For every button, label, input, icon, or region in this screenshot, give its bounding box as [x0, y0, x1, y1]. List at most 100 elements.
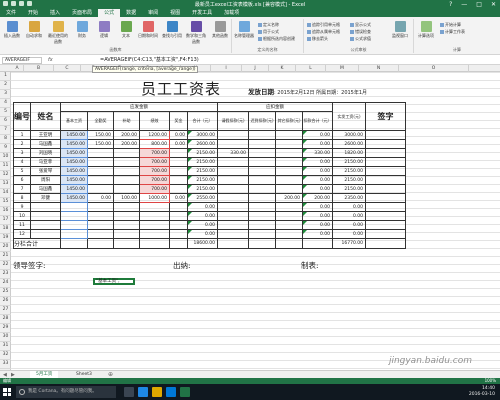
table-cell[interactable] — [169, 184, 188, 194]
table-cell[interactable]: 0.00 — [87, 193, 114, 203]
table-cell[interactable]: 0.00 — [169, 139, 188, 149]
table-cell[interactable] — [169, 157, 188, 167]
table-cell[interactable]: 3000.00 — [187, 130, 218, 140]
active-cell[interactable]: "基本工资", — [93, 278, 135, 285]
employee-no[interactable]: 8 — [13, 193, 31, 203]
row-header[interactable]: 16 — [0, 207, 11, 216]
table-cell[interactable]: 700.00 — [139, 157, 170, 167]
employee-no[interactable]: 2 — [13, 139, 31, 149]
table-cell[interactable] — [275, 157, 303, 167]
table-cell[interactable]: 800.00 — [139, 139, 170, 149]
task-view-icon[interactable] — [124, 387, 134, 397]
column-header[interactable]: I — [211, 65, 242, 72]
table-cell[interactable]: 1200.00 — [139, 130, 170, 140]
employee-no[interactable]: 11 — [13, 220, 31, 230]
table-cell[interactable]: 1450.00 — [60, 139, 88, 149]
table-cell[interactable] — [217, 220, 249, 230]
employee-name[interactable]: 王亚明 — [30, 130, 61, 140]
table-cell[interactable]: 2150.00 — [332, 184, 366, 194]
table-cell[interactable] — [365, 229, 406, 239]
add-sheet-icon[interactable]: ⊕ — [108, 371, 113, 378]
help-button[interactable]: ? — [449, 1, 452, 8]
row-header[interactable]: 28 — [0, 315, 11, 324]
employee-no[interactable]: 9 — [13, 202, 31, 212]
autosum-button[interactable]: 自动求和 — [24, 21, 44, 39]
row-header[interactable]: 6 — [0, 117, 11, 126]
table-cell[interactable] — [87, 202, 114, 212]
table-cell[interactable] — [275, 229, 303, 239]
table-cell[interactable] — [217, 130, 249, 140]
table-cell[interactable] — [365, 202, 406, 212]
table-cell[interactable] — [217, 202, 249, 212]
table-cell[interactable]: 0.00 — [187, 220, 218, 230]
table-cell[interactable]: 200.00 — [302, 193, 333, 203]
table-cell[interactable] — [113, 166, 140, 176]
windows-start-icon[interactable] — [3, 388, 11, 396]
table-cell[interactable] — [365, 157, 406, 167]
table-cell[interactable] — [169, 211, 188, 221]
employee-name[interactable] — [30, 202, 61, 212]
table-cell[interactable] — [217, 229, 249, 239]
table-cell[interactable] — [169, 148, 188, 158]
table-cell[interactable]: 1000.00 — [139, 193, 170, 203]
row-header[interactable]: 10 — [0, 153, 11, 162]
employee-name[interactable]: 马亚菲 — [30, 157, 61, 167]
table-cell[interactable] — [87, 211, 114, 221]
row-header[interactable]: 8 — [0, 135, 11, 144]
table-cell[interactable]: 2600.00 — [332, 139, 366, 149]
table-cell[interactable]: 0.00 — [332, 229, 366, 239]
table-cell[interactable] — [275, 139, 303, 149]
name-box[interactable]: AVERAGEIF — [2, 57, 42, 64]
table-cell[interactable] — [275, 166, 303, 176]
table-cell[interactable]: 0.00 — [302, 175, 333, 185]
table-cell[interactable]: 0.00 — [302, 166, 333, 176]
formula-input[interactable]: =AVERAGEIF(C4:C13,"基本工资",F4:F13) — [100, 57, 199, 64]
table-cell[interactable] — [275, 202, 303, 212]
tab-review[interactable]: 审阅 — [142, 9, 164, 17]
column-header[interactable]: N — [359, 65, 399, 72]
table-cell[interactable]: 0.00 — [332, 220, 366, 230]
column-header[interactable]: O — [399, 65, 469, 72]
table-cell[interactable]: 2150.00 — [187, 166, 218, 176]
row-header[interactable]: 18 — [0, 225, 11, 234]
table-cell[interactable]: 700.00 — [139, 166, 170, 176]
table-cell[interactable] — [248, 220, 276, 230]
trace-precedents-button[interactable]: 追踪引用单元格 — [307, 22, 340, 28]
table-cell[interactable]: 2600.00 — [187, 139, 218, 149]
tab-file[interactable]: 文件 — [0, 9, 22, 17]
trace-dependents-button[interactable]: 追踪从属单元格 — [307, 29, 340, 35]
table-cell[interactable]: 700.00 — [139, 148, 170, 158]
watch-window-button[interactable]: 监视窗口 — [390, 21, 410, 39]
table-cell[interactable] — [113, 148, 140, 158]
table-cell[interactable]: 200.00 — [275, 193, 303, 203]
table-cell[interactable] — [275, 130, 303, 140]
fx-label[interactable]: fx — [48, 57, 53, 63]
more-functions-button[interactable]: 其他函数 — [210, 21, 230, 39]
tab-developer[interactable]: 开发工具 — [186, 9, 218, 17]
table-cell[interactable]: 0.00 — [302, 202, 333, 212]
table-cell[interactable]: 0.00 — [302, 211, 333, 221]
table-cell[interactable]: 2150.00 — [332, 166, 366, 176]
table-cell[interactable]: 0.00 — [332, 202, 366, 212]
table-cell[interactable] — [365, 175, 406, 185]
column-header[interactable]: K — [269, 65, 296, 72]
table-cell[interactable] — [248, 139, 276, 149]
table-cell[interactable]: 200.00 — [113, 130, 140, 140]
tab-page-layout[interactable]: 页面布局 — [66, 9, 98, 17]
table-cell[interactable]: 0.00 — [302, 229, 333, 239]
table-cell[interactable] — [248, 202, 276, 212]
table-cell[interactable] — [113, 175, 140, 185]
evaluate-formula-button[interactable]: 公式求值 — [350, 36, 371, 42]
row-header[interactable]: 14 — [0, 189, 11, 198]
table-cell[interactable] — [217, 184, 249, 194]
table-cell[interactable]: 0.00 — [302, 139, 333, 149]
table-cell[interactable]: 0.00 — [169, 193, 188, 203]
table-cell[interactable]: 0.00 — [187, 229, 218, 239]
table-cell[interactable]: 2550.00 — [187, 193, 218, 203]
column-header[interactable]: B — [24, 65, 54, 72]
table-cell[interactable]: 1450.00 — [60, 166, 88, 176]
table-cell[interactable] — [365, 139, 406, 149]
tab-addins[interactable]: 加载项 — [218, 9, 245, 17]
table-cell[interactable] — [365, 148, 406, 158]
table-cell[interactable] — [139, 229, 170, 239]
